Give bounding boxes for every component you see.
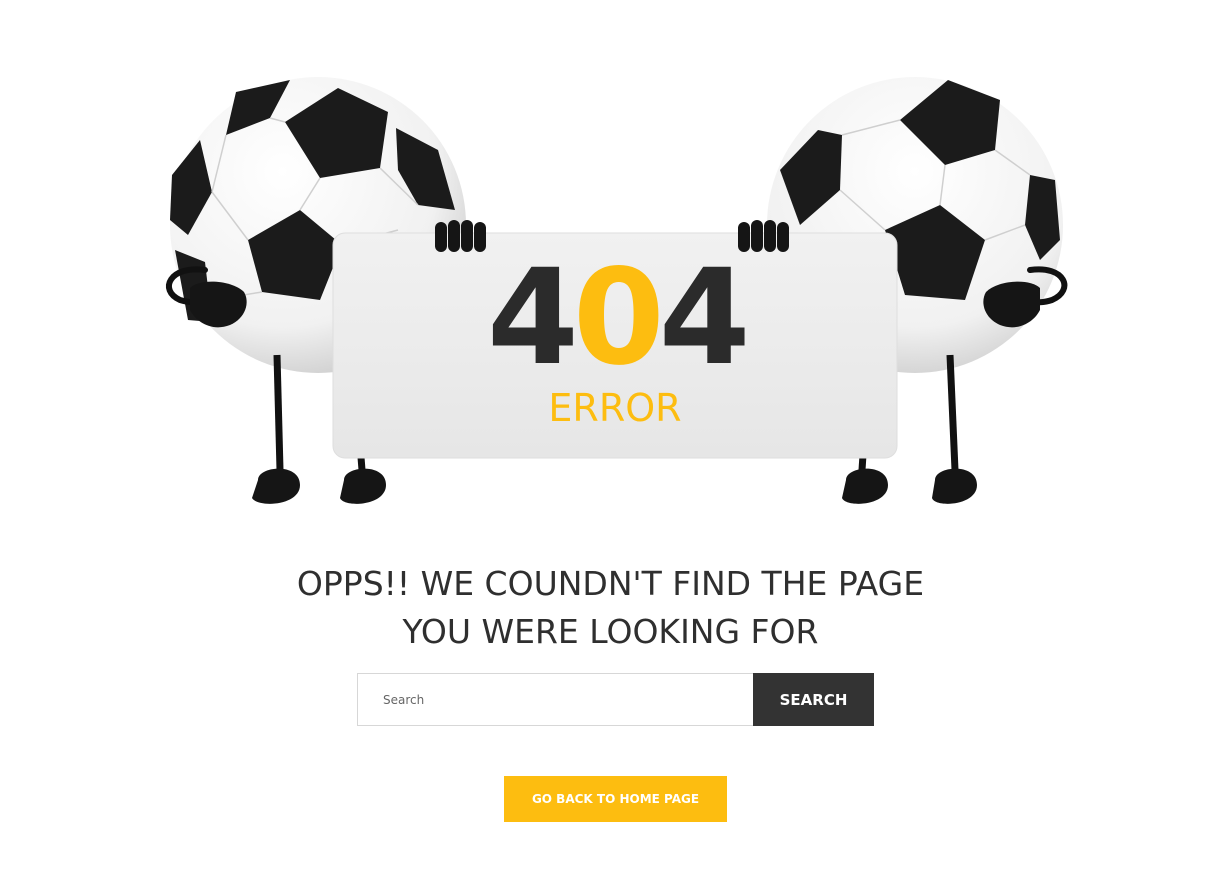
page-title: OPPS!! WE COUNDN'T FIND THE PAGE YOU WER… <box>200 560 1021 656</box>
search-button[interactable]: SEARCH <box>753 673 874 726</box>
error-label: ERROR <box>548 386 682 430</box>
error-code-digit: 4 <box>487 241 579 395</box>
search-form: SEARCH <box>357 673 874 726</box>
error-code-digit: 4 <box>658 241 751 395</box>
error-code-digit-accent: 0 <box>572 241 665 395</box>
go-home-button[interactable]: GO BACK TO HOME PAGE <box>504 776 727 822</box>
search-input[interactable] <box>357 673 753 726</box>
error-code: 404 <box>487 248 751 388</box>
title-line-2: YOU WERE LOOKING FOR <box>402 612 819 651</box>
title-line-1: OPPS!! WE COUNDN'T FIND THE PAGE <box>296 564 925 603</box>
